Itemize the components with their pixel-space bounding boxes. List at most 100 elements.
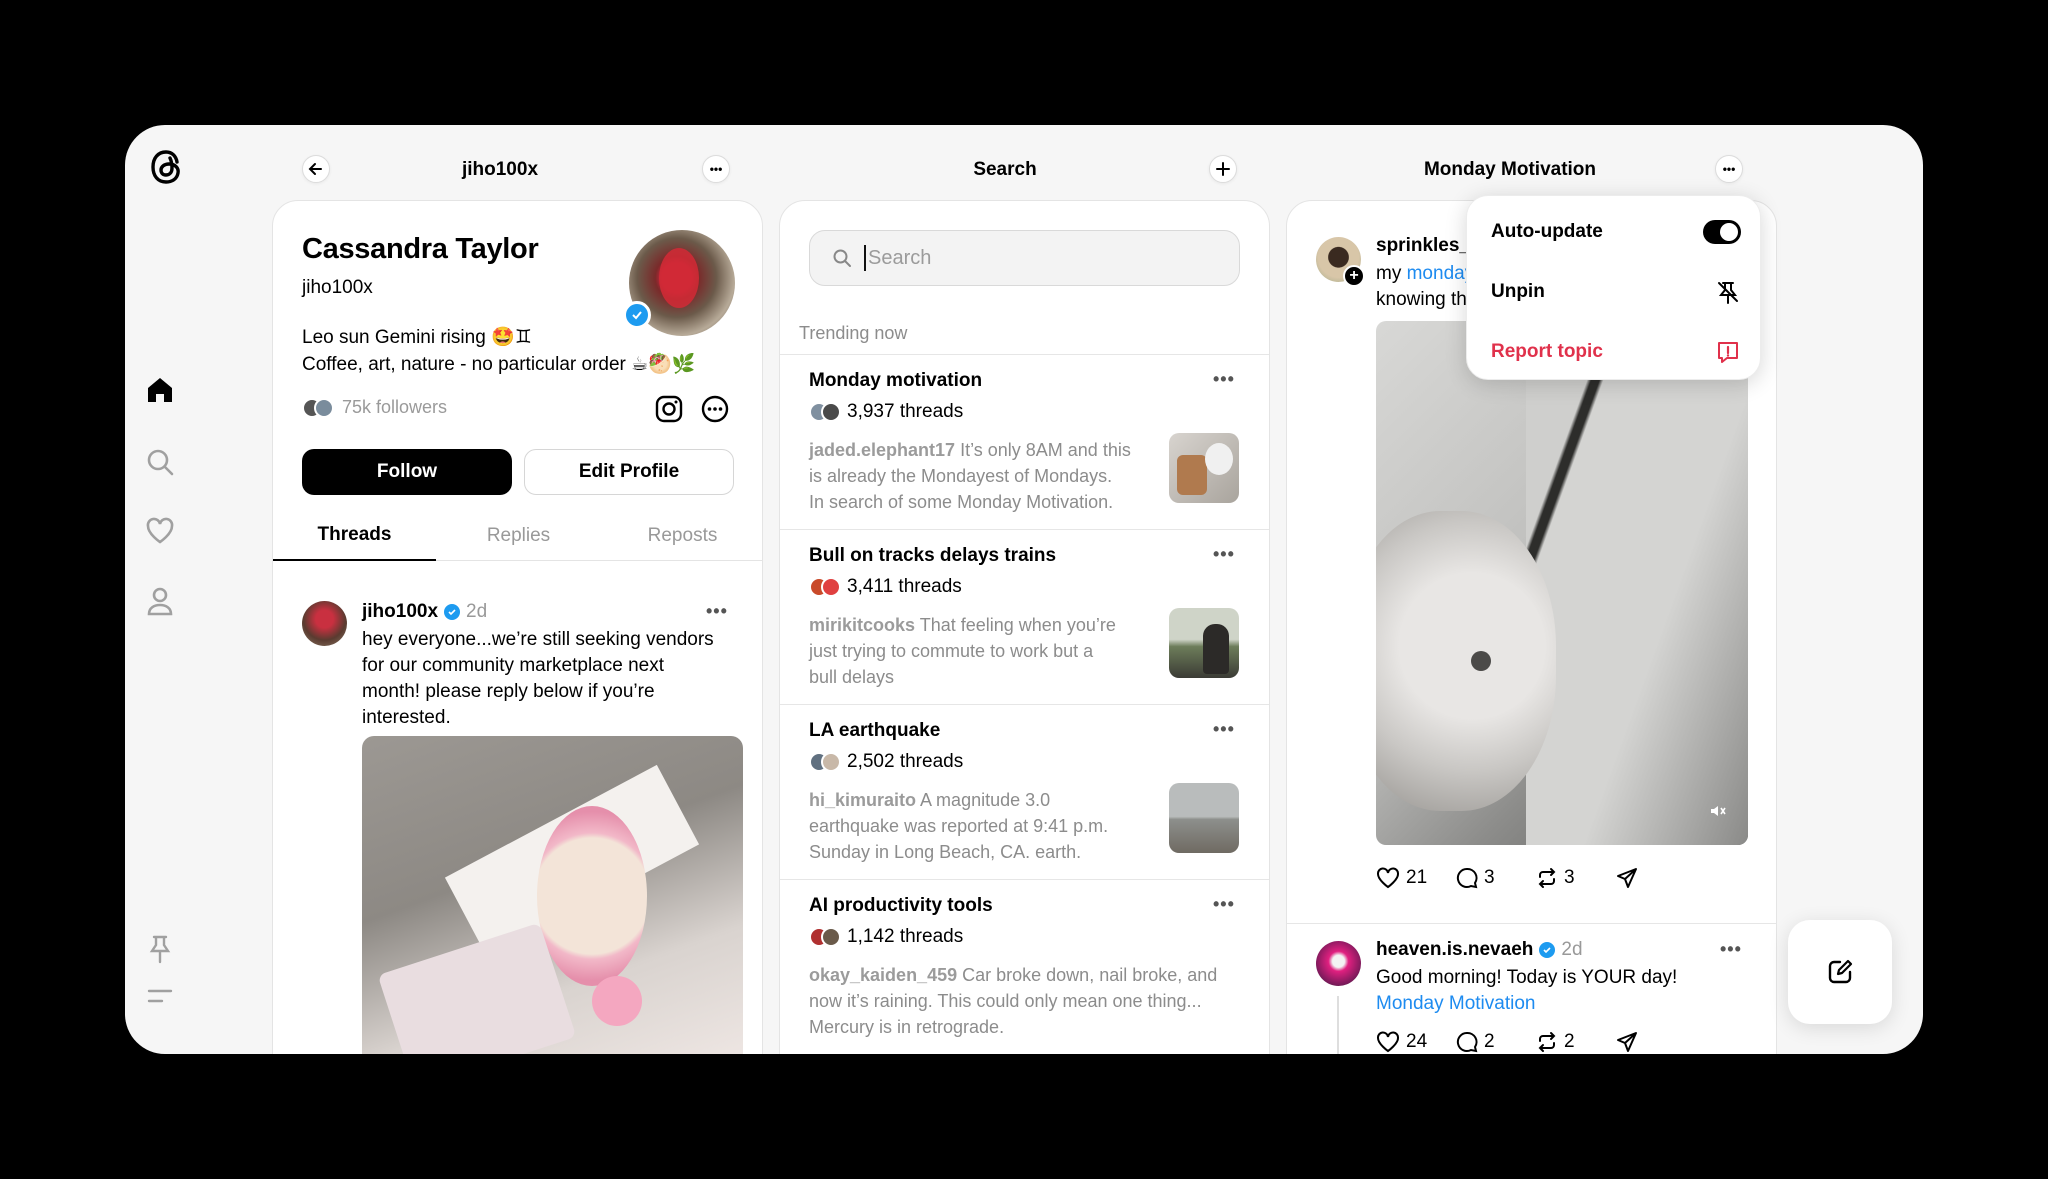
menu-icon[interactable] — [140, 981, 180, 1011]
tab-threads[interactable]: Threads — [273, 511, 436, 561]
trend-snippet-line: It’s only 8AM and this — [960, 440, 1131, 460]
profile-icon[interactable] — [140, 581, 180, 621]
topic-link[interactable]: Monday Motivation — [1376, 991, 1535, 1017]
pin-icon[interactable] — [140, 929, 180, 969]
topic-column-title: Monday Motivation — [1423, 159, 1597, 180]
trend-snippet: jaded.elephant17 It’s only 8AM and this … — [809, 437, 1154, 515]
verified-icon — [1539, 942, 1556, 958]
auto-update-label: Auto-update — [1491, 221, 1603, 242]
trend-snippet-line: Sunday in Long Beach, CA. earth. — [809, 842, 1082, 862]
trend-thumbnail[interactable] — [1169, 783, 1239, 853]
topic-column-more-button[interactable]: ••• — [1715, 155, 1743, 183]
trend-more-icon[interactable]: ••• — [1213, 719, 1235, 740]
comment-icon — [1456, 867, 1478, 889]
post-text-line: hey everyone...we’re still seeking vendo… — [362, 629, 714, 650]
post-avatar[interactable] — [302, 601, 347, 646]
back-button[interactable] — [302, 155, 330, 183]
divider — [1287, 923, 1776, 924]
trend-more-icon[interactable]: ••• — [1213, 544, 1235, 565]
mute-icon[interactable] — [1706, 799, 1730, 823]
edit-profile-button[interactable]: Edit Profile — [524, 449, 734, 495]
unpin-label: Unpin — [1491, 281, 1545, 302]
trend-count: 3,411 threads — [809, 576, 962, 598]
search-input[interactable]: Search — [809, 230, 1240, 286]
like-count: 21 — [1406, 867, 1428, 888]
profile-more-icon[interactable] — [700, 394, 730, 424]
avatar — [821, 752, 841, 772]
profile-column-more-button[interactable]: ••• — [702, 155, 730, 183]
search-icon — [833, 249, 851, 267]
trend-thumbnail[interactable] — [1169, 608, 1239, 678]
like-count: 24 — [1406, 1031, 1428, 1052]
repost-button[interactable]: 3 — [1536, 867, 1616, 889]
compose-button[interactable] — [1788, 920, 1892, 1024]
heart-icon[interactable] — [140, 511, 180, 551]
like-button[interactable]: 21 — [1376, 867, 1456, 889]
trend-item[interactable]: Monday motivation ••• 3,937 threads jade… — [780, 354, 1269, 529]
auto-update-toggle-row[interactable]: Auto-update — [1491, 212, 1741, 252]
trend-snippet: hi_kimuraito A magnitude 3.0 earthquake … — [809, 787, 1154, 865]
post-header: jiho100x 2d — [362, 601, 487, 623]
post-avatar[interactable] — [1316, 941, 1361, 986]
instagram-icon[interactable] — [654, 394, 684, 424]
comment-icon — [1456, 1031, 1478, 1053]
trend-count-text: 1,142 threads — [847, 926, 964, 947]
trend-snippet-line: is already the Mondayest of Mondays. — [809, 466, 1113, 486]
post-text-prefix: my — [1376, 263, 1402, 284]
report-topic-menu-item[interactable]: Report topic — [1491, 332, 1741, 372]
trend-item[interactable]: AI productivity tools ••• 1,142 threads … — [780, 879, 1269, 1054]
search-icon[interactable] — [140, 442, 180, 482]
follow-button[interactable]: Follow — [302, 449, 512, 495]
profile-tabs: Threads Replies Reposts — [273, 511, 762, 561]
trend-count-text: 3,937 threads — [847, 401, 964, 422]
unpin-menu-item[interactable]: Unpin — [1491, 272, 1741, 312]
search-placeholder: Search — [868, 246, 932, 269]
text-caret — [864, 245, 866, 271]
trend-snippet-line: Car broke down, nail broke, and — [962, 965, 1218, 985]
post-username[interactable]: heaven.is.nevaeh — [1376, 939, 1533, 961]
post-time: 2d — [466, 601, 488, 622]
trend-count-text: 2,502 threads — [847, 751, 964, 772]
post-time: 2d — [1561, 939, 1583, 960]
reply-button[interactable]: 2 — [1456, 1031, 1536, 1053]
trend-item[interactable]: Bull on tracks delays trains ••• 3,411 t… — [780, 529, 1269, 704]
trend-item[interactable]: LA earthquake ••• 2,502 threads hi_kimur… — [780, 704, 1269, 879]
trend-more-icon[interactable]: ••• — [1213, 894, 1235, 915]
post-text-line: for our community marketplace next — [362, 655, 665, 676]
like-button[interactable]: 24 — [1376, 1031, 1456, 1053]
trend-snippet-line: bull delays — [809, 667, 895, 687]
profile-panel: Cassandra Taylor jiho100x Leo sun Gemini… — [272, 200, 763, 1054]
trend-more-icon[interactable]: ••• — [1213, 369, 1235, 390]
trend-snippet-line: now it’s raining. This could only mean o… — [809, 991, 1202, 1011]
post-header: heaven.is.nevaeh 2d — [1376, 939, 1583, 961]
post-username[interactable]: jiho100x — [362, 601, 438, 623]
tab-reposts[interactable]: Reposts — [601, 511, 762, 561]
auto-update-toggle[interactable] — [1703, 220, 1741, 244]
post-text-line: interested. — [362, 707, 451, 728]
trend-title: Bull on tracks delays trains — [809, 545, 1057, 566]
threads-logo-icon[interactable] — [145, 145, 189, 189]
post-more-icon[interactable]: ••• — [1720, 939, 1742, 960]
follow-plus-icon[interactable]: + — [1343, 265, 1365, 287]
home-icon[interactable] — [140, 370, 180, 410]
reply-button[interactable]: 3 — [1456, 867, 1536, 889]
trend-snippet-user: mirikitcooks — [809, 615, 916, 635]
followers-count: 75k followers — [342, 397, 448, 417]
share-button[interactable] — [1616, 1031, 1696, 1053]
repost-button[interactable]: 2 — [1536, 1031, 1616, 1053]
tab-replies[interactable]: Replies — [437, 511, 600, 561]
followers-link[interactable]: 75k followers — [302, 397, 447, 418]
trend-thumbnail[interactable] — [1169, 433, 1239, 503]
post-more-icon[interactable]: ••• — [706, 601, 728, 622]
post-actions: 21 3 3 — [1376, 867, 1696, 889]
add-column-button[interactable] — [1209, 155, 1237, 183]
share-button[interactable] — [1616, 867, 1696, 889]
repost-icon — [1538, 1032, 1556, 1052]
reply-count: 2 — [1484, 1031, 1495, 1052]
post-image[interactable] — [362, 736, 743, 1054]
trend-title: AI productivity tools — [809, 895, 993, 916]
hashtag-link[interactable]: monday — [1407, 263, 1475, 284]
trend-snippet: mirikitcooks That feeling when you’re ju… — [809, 612, 1154, 690]
post-image[interactable] — [1376, 321, 1748, 845]
search-column-title: Search — [973, 159, 1037, 180]
